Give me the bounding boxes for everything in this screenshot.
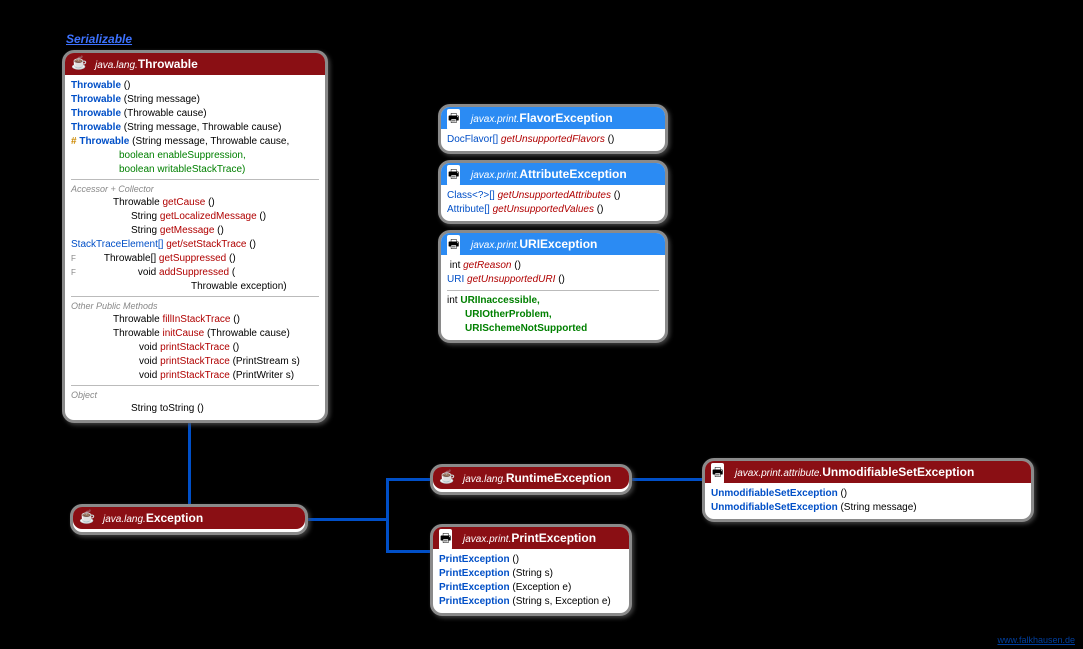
uriexception-header: javax.print.URIException (441, 233, 665, 255)
footer-link[interactable]: www.falkhausen.de (997, 635, 1075, 645)
line-exception-vert (386, 478, 389, 552)
print-icon (711, 464, 731, 480)
print-icon (439, 530, 459, 546)
cup-icon (71, 56, 91, 72)
interface-attributeexception: javax.print.AttributeException Class<?>[… (438, 160, 668, 224)
flavorexception-header: javax.print.FlavorException (441, 107, 665, 129)
unmodifiablesetexception-header: javax.print.attribute.UnmodifiableSetExc… (705, 461, 1031, 483)
class-printexception: javax.print.PrintException PrintExceptio… (430, 524, 632, 616)
class-throwable: java.lang.Throwable Throwable () Throwab… (62, 50, 328, 423)
interface-flavorexception: javax.print.FlavorException DocFlavor[] … (438, 104, 668, 154)
throwable-body: Throwable () Throwable (String message) … (65, 75, 325, 420)
class-unmodifiablesetexception: javax.print.attribute.UnmodifiableSetExc… (702, 458, 1034, 522)
serializable-label: Serializable (66, 32, 132, 46)
line-exception-runtime (386, 478, 432, 481)
exception-header: java.lang.Exception (73, 507, 305, 529)
line-exception-horiz (306, 518, 388, 521)
print-icon (447, 110, 467, 126)
line-throwable-exception (188, 418, 191, 506)
attributeexception-header: javax.print.AttributeException (441, 163, 665, 185)
line-runtime-unmod (630, 478, 704, 481)
print-icon (447, 166, 467, 182)
runtimeexception-header: java.lang.RuntimeException (433, 467, 629, 489)
print-icon (447, 236, 467, 252)
interface-uriexception: javax.print.URIException int getReason (… (438, 230, 668, 343)
throwable-header: java.lang.Throwable (65, 53, 325, 75)
cup-icon (439, 470, 459, 486)
class-runtimeexception: java.lang.RuntimeException (430, 464, 632, 495)
class-exception: java.lang.Exception (70, 504, 308, 535)
cup-icon (79, 510, 99, 526)
line-exception-print (386, 550, 432, 553)
printexception-header: javax.print.PrintException (433, 527, 629, 549)
